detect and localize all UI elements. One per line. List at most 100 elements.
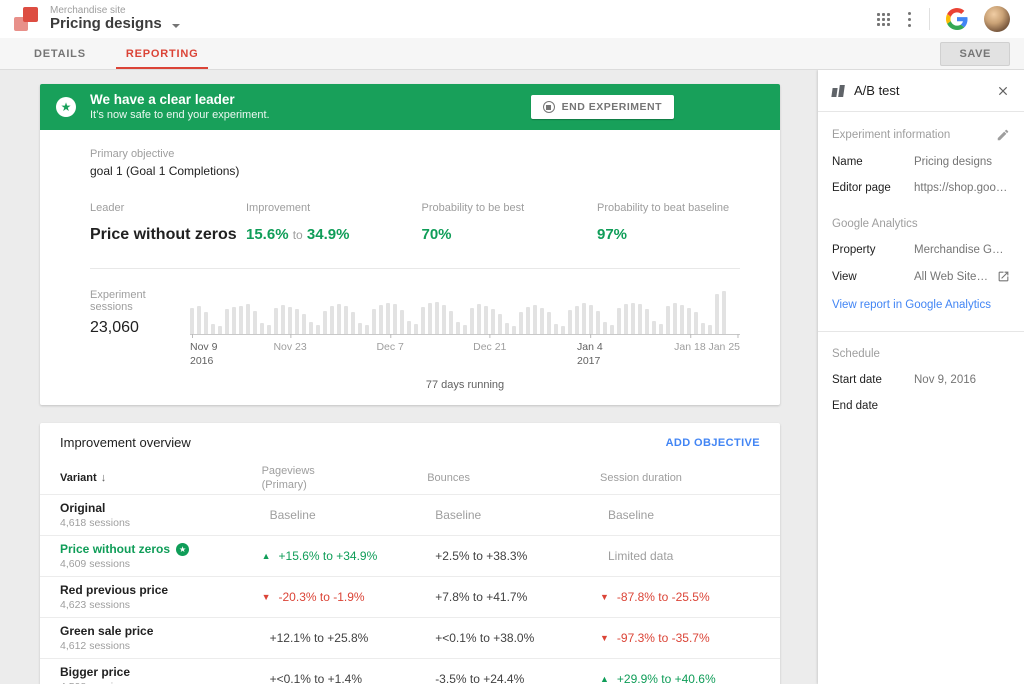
session-bar bbox=[260, 323, 264, 334]
table-header-row: Variant↓ Pageviews(Primary) Bounces Sess… bbox=[40, 462, 780, 494]
start-date-value: Nov 9, 2016 bbox=[914, 374, 1010, 386]
session-bar bbox=[246, 304, 250, 334]
session-bar bbox=[225, 309, 229, 334]
divider bbox=[929, 8, 930, 30]
sessions-chart-label: Experiment sessions bbox=[90, 289, 190, 313]
session-bar bbox=[204, 312, 208, 334]
user-avatar[interactable] bbox=[984, 6, 1010, 32]
editor-page-value: https://shop.googleme... bbox=[914, 182, 1010, 194]
session-bar bbox=[211, 324, 215, 334]
tab-reporting[interactable]: REPORTING bbox=[106, 38, 219, 69]
down-arrow-icon: ▼ bbox=[600, 592, 609, 602]
table-row: Original 4,618 sessions Baseline Baselin… bbox=[40, 494, 780, 535]
session-bar bbox=[659, 324, 663, 334]
tab-bar: DETAILS REPORTING SAVE bbox=[0, 38, 1024, 70]
sessions-total: 23,060 bbox=[90, 319, 190, 337]
session-bar bbox=[358, 323, 362, 334]
session-bar bbox=[442, 305, 446, 334]
sessions-x-axis: Nov 92016 Nov 23 Dec 7 Dec 21 Jan 42017 … bbox=[190, 335, 740, 367]
end-experiment-button[interactable]: END EXPERIMENT bbox=[531, 95, 674, 119]
improvement-overview-card: Improvement overview ADD OBJECTIVE Varia… bbox=[40, 423, 780, 684]
column-variant[interactable]: Variant↓ bbox=[60, 471, 262, 485]
session-bar bbox=[470, 308, 474, 334]
view-report-link[interactable]: View report in Google Analytics bbox=[832, 299, 1010, 311]
metric-cell: Baseline bbox=[600, 508, 780, 522]
stop-icon bbox=[543, 101, 555, 113]
down-arrow-icon: ▼ bbox=[600, 633, 609, 643]
reporting-summary-card: ★ We have a clear leader It’s now safe t… bbox=[40, 84, 780, 405]
open-in-new-icon[interactable] bbox=[997, 270, 1010, 283]
end-date-label: End date bbox=[832, 400, 914, 412]
variant-sessions: 4,612 sessions bbox=[60, 640, 262, 652]
close-icon[interactable] bbox=[996, 84, 1010, 98]
session-bar bbox=[589, 305, 593, 334]
editor-page-label: Editor page bbox=[832, 182, 914, 194]
session-bar bbox=[386, 303, 390, 335]
session-bar bbox=[407, 321, 411, 334]
session-bar bbox=[680, 305, 684, 334]
session-bar bbox=[561, 326, 565, 334]
prob-best-label: Probability to be best bbox=[422, 202, 598, 214]
session-bar bbox=[512, 326, 516, 334]
session-bar bbox=[519, 312, 523, 335]
leader-banner: ★ We have a clear leader It’s now safe t… bbox=[40, 84, 780, 130]
session-bar bbox=[610, 325, 614, 334]
leader-label: Leader bbox=[90, 202, 246, 214]
save-button[interactable]: SAVE bbox=[940, 42, 1010, 66]
days-running-label: 77 days running bbox=[190, 379, 740, 391]
session-bar bbox=[253, 311, 257, 334]
session-bar bbox=[344, 306, 348, 334]
content-area: ★ We have a clear leader It’s now safe t… bbox=[0, 70, 1024, 684]
session-bar bbox=[722, 291, 726, 334]
session-bar bbox=[673, 303, 677, 335]
property-label: Property bbox=[832, 244, 914, 256]
session-bar bbox=[393, 304, 397, 334]
panel-title: A/B test bbox=[854, 83, 900, 98]
edit-pencil-icon[interactable] bbox=[996, 128, 1010, 142]
session-bar bbox=[295, 309, 299, 334]
session-bar bbox=[687, 308, 691, 334]
sessions-chart-section: Experiment sessions 23,060 Nov 92016 Nov… bbox=[40, 269, 780, 405]
primary-objective-label: Primary objective bbox=[90, 148, 740, 160]
prob-beat-baseline-label: Probability to beat baseline bbox=[597, 202, 740, 214]
column-bounces: Bounces bbox=[427, 471, 600, 485]
session-bar bbox=[365, 325, 369, 334]
session-bar bbox=[540, 308, 544, 334]
session-bar bbox=[491, 309, 495, 334]
session-bar bbox=[414, 324, 418, 334]
session-bar bbox=[498, 314, 502, 334]
table-row: Price without zeros ★ 4,609 sessions ▲+1… bbox=[40, 535, 780, 576]
banner-subtitle: It’s now safe to end your experiment. bbox=[90, 109, 270, 123]
session-bar bbox=[554, 324, 558, 334]
variant-name: Green sale price bbox=[60, 624, 262, 638]
column-pageviews: Pageviews(Primary) bbox=[262, 464, 428, 493]
view-label: View bbox=[832, 271, 914, 283]
table-row: Green sale price 4,612 sessions +12.1% t… bbox=[40, 617, 780, 658]
variant-name: Bigger price bbox=[60, 665, 262, 679]
table-title: Improvement overview bbox=[60, 435, 191, 450]
more-options-icon[interactable] bbox=[906, 12, 913, 27]
improvement-label: Improvement bbox=[246, 202, 422, 214]
experiment-dropdown-caret-icon[interactable] bbox=[172, 24, 180, 28]
table-row: Bigger price 4,598 sessions +<0.1% to +1… bbox=[40, 658, 780, 684]
page-title: Pricing designs bbox=[50, 16, 162, 33]
session-bar bbox=[526, 307, 530, 334]
name-value: Pricing designs bbox=[914, 156, 1010, 168]
apps-grid-icon[interactable] bbox=[877, 13, 890, 26]
session-bar bbox=[323, 311, 327, 334]
up-arrow-icon: ▲ bbox=[262, 551, 271, 561]
table-row: Red previous price 4,623 sessions ▼-20.3… bbox=[40, 576, 780, 617]
session-bar bbox=[645, 309, 649, 334]
tab-details[interactable]: DETAILS bbox=[14, 38, 106, 69]
sessions-chart bbox=[190, 289, 740, 335]
variant-sessions: 4,618 sessions bbox=[60, 517, 262, 529]
app-bar: Merchandise site Pricing designs bbox=[0, 0, 1024, 38]
ab-test-panel: A/B test Experiment information NamePric… bbox=[818, 70, 1024, 684]
session-bar bbox=[715, 294, 719, 334]
session-bar bbox=[281, 305, 285, 334]
session-bar bbox=[666, 306, 670, 334]
variant-sessions: 4,609 sessions bbox=[60, 558, 262, 570]
add-objective-button[interactable]: ADD OBJECTIVE bbox=[666, 437, 760, 449]
google-logo-icon[interactable] bbox=[946, 8, 968, 30]
experiment-info-label: Experiment information bbox=[832, 129, 950, 141]
